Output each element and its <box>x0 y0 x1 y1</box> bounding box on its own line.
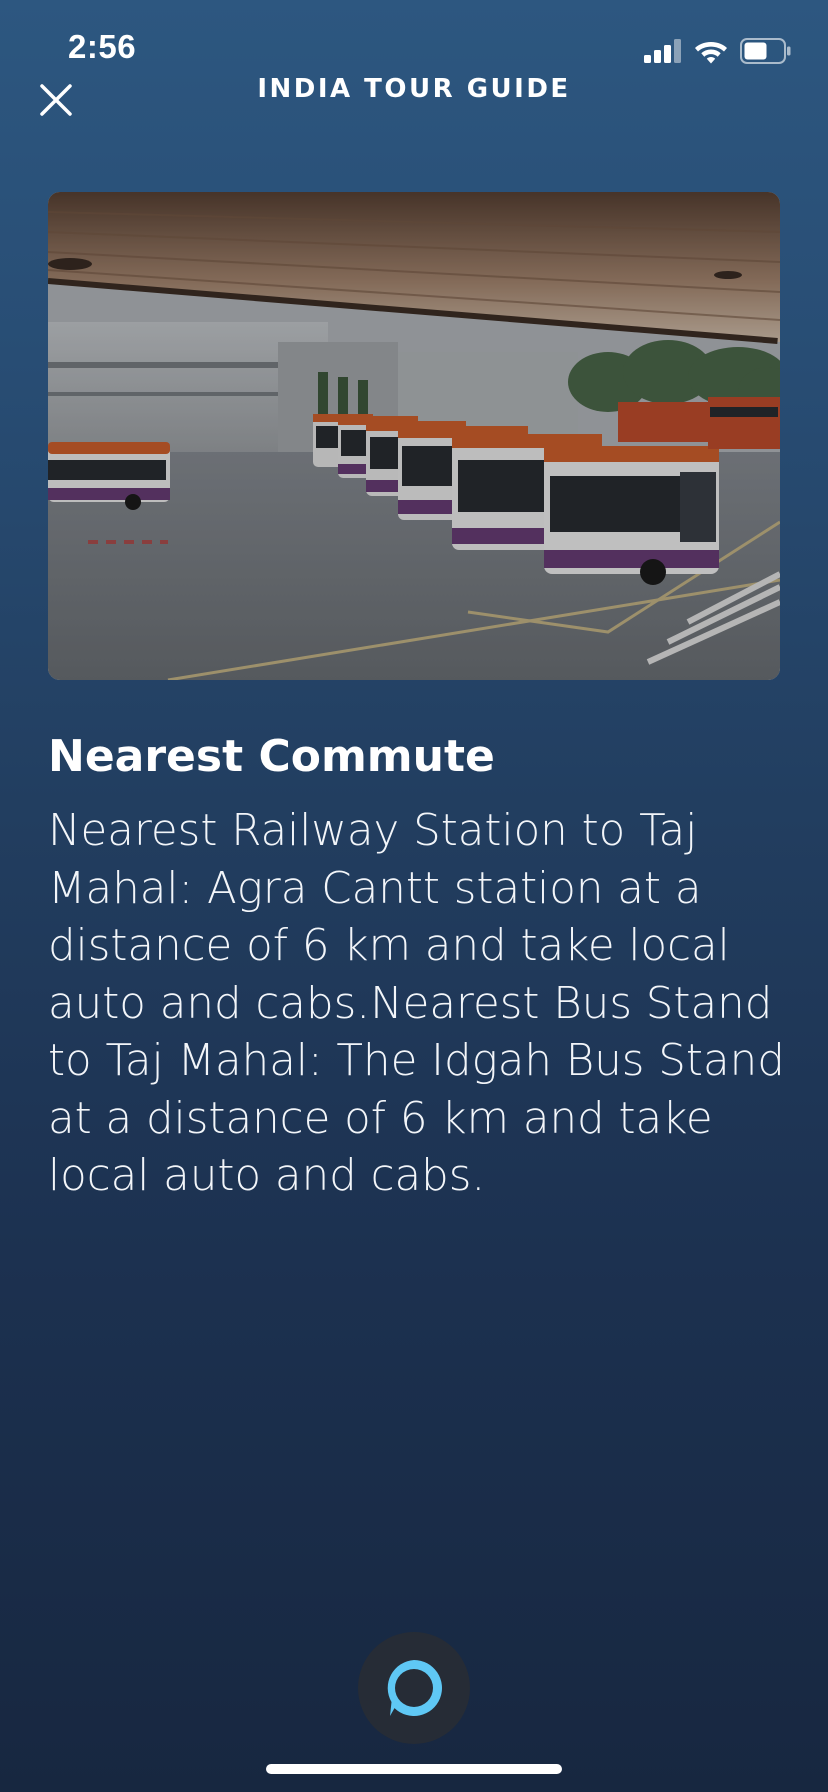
alexa-ring-icon <box>387 1660 442 1716</box>
bus-terminal-photo <box>48 192 780 680</box>
section-body: Nearest Railway Station to Taj Mahal: Ag… <box>48 806 785 1201</box>
home-indicator <box>266 1764 562 1774</box>
section-title: Nearest Commute <box>48 731 495 782</box>
cellular-signal-icon <box>644 39 681 63</box>
wifi-icon <box>695 42 727 64</box>
hero-image <box>48 192 780 680</box>
status-time: 2:56 <box>68 28 137 65</box>
status-icons <box>644 36 792 66</box>
page-title: INDIA TOUR GUIDE <box>257 74 571 104</box>
alexa-button[interactable] <box>358 1632 470 1744</box>
battery-icon <box>740 38 791 64</box>
